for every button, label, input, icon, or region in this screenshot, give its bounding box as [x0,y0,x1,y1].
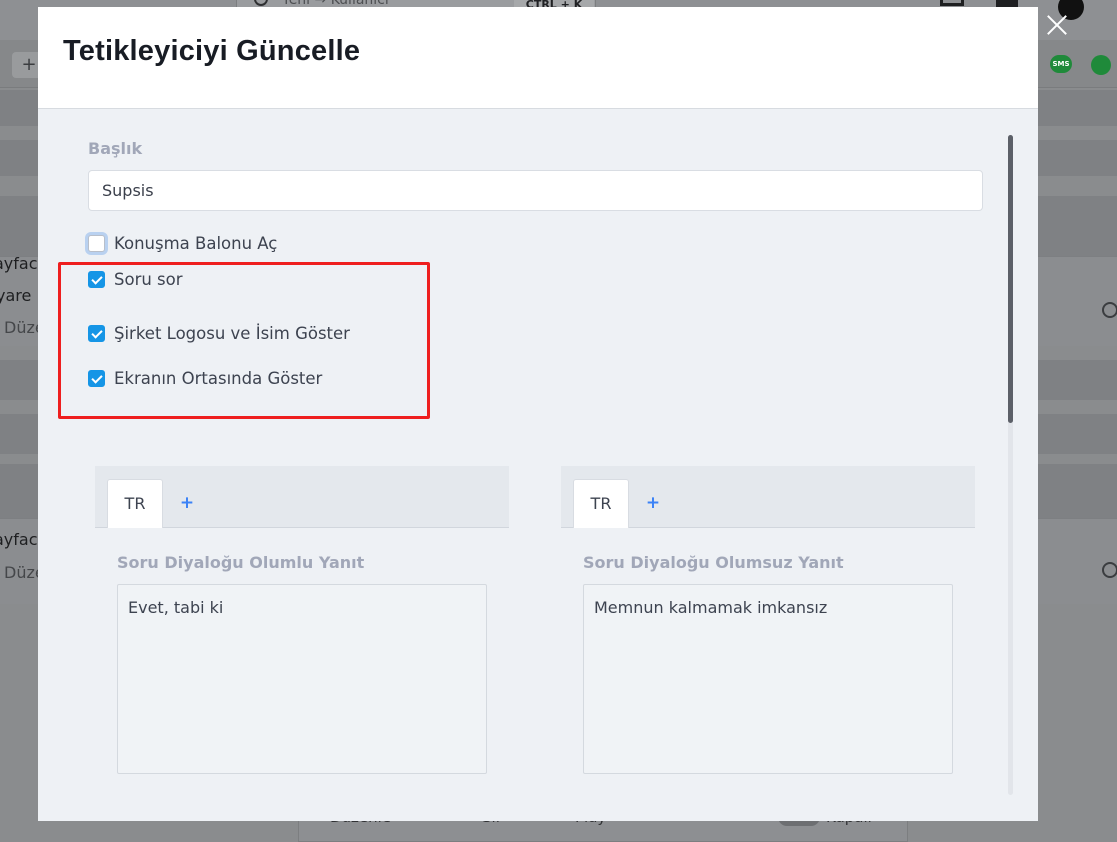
negative-answer-label: Soru Diyaloğu Olumsuz Yanıt [583,553,844,572]
mail-icon [940,0,964,6]
checkbox-label: Şirket Logosu ve İsim Göster [114,323,350,343]
negative-answer-panel: TR + Soru Diyaloğu Olumsuz Yanıt Memnun … [561,466,975,821]
bg-row-text: ayfac [0,254,38,273]
bg-search-icon [1102,562,1117,578]
checkbox-label: Soru sor [114,269,183,289]
positive-answer-panel: TR + Soru Diyaloğu Olumlu Yanıt Evet, ta… [95,466,509,821]
add-language-icon[interactable]: + [177,492,197,514]
checkbox-checked[interactable] [88,324,105,342]
scrollbar-thumb[interactable] [1008,135,1013,423]
tab-tr[interactable]: TR [107,479,163,528]
positive-answer-input[interactable]: Evet, tabi ki [117,584,487,774]
sms-icon: SMS [1050,55,1072,73]
negative-answer-input[interactable]: Memnun kalmamak imkansız [583,584,953,774]
checkbox-ask-question[interactable]: Soru sor [88,267,183,291]
checkbox-label: Ekranın Ortasında Göster [114,368,323,388]
language-tabs: TR + [561,466,975,528]
positive-answer-label: Soru Diyaloğu Olumlu Yanıt [117,553,365,572]
checkbox-open-chat-bubble[interactable]: Konuşma Balonu Aç [88,231,277,255]
modal-header: Tetikleyiciyi Güncelle [38,7,1038,109]
checkbox-show-company-logo[interactable]: Şirket Logosu ve İsim Göster [88,321,350,345]
title-input[interactable] [88,170,983,211]
bg-search-icon [1102,302,1117,318]
checkbox-show-center[interactable]: Ekranın Ortasında Göster [88,366,322,390]
checkbox-checked[interactable] [88,270,105,288]
modal-title: Tetikleyiciyi Güncelle [63,35,361,67]
close-icon[interactable] [1044,12,1070,38]
add-language-icon[interactable]: + [643,492,663,514]
checkbox-checked[interactable] [88,369,105,387]
title-field-label: Başlık [88,139,143,158]
language-tabs: TR + [95,466,509,528]
checkbox-unchecked[interactable] [88,234,105,252]
bg-row-text: yare [0,286,32,305]
bg-row-text: ayfac [0,530,38,549]
update-trigger-modal: Tetikleyiciyi Güncelle Başlık Konuşma Ba… [38,7,1038,821]
tab-tr[interactable]: TR [573,479,629,528]
whatsapp-icon [1091,55,1111,75]
checkbox-label: Konuşma Balonu Aç [114,233,278,253]
